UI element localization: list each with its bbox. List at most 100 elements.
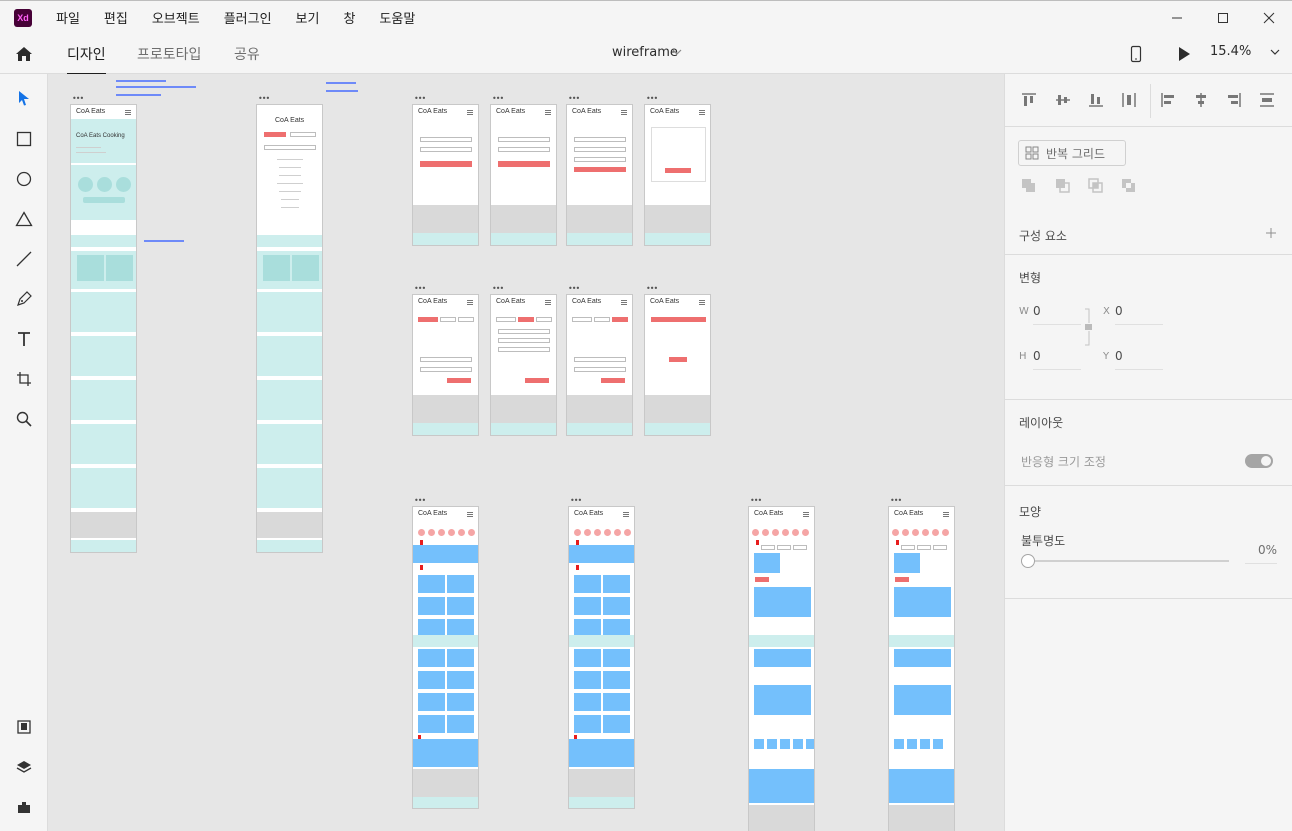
content-image: [754, 649, 811, 667]
play-icon[interactable]: [1176, 45, 1192, 63]
footer: [645, 395, 710, 423]
hero-section: [71, 119, 136, 163]
feature-button: [83, 197, 125, 203]
width-input[interactable]: 0: [1033, 304, 1081, 325]
step-indicator: [518, 317, 534, 322]
menu-file[interactable]: 파일: [56, 8, 80, 27]
card-image: [574, 597, 601, 615]
align-middle-icon[interactable]: [1055, 92, 1071, 108]
components-label: 구성 요소: [1019, 229, 1067, 243]
opacity-slider-track[interactable]: [1035, 560, 1229, 562]
artboard-find-pw[interactable]: CoA Eats: [566, 104, 633, 246]
category-circle: [782, 529, 789, 536]
menu-block: [71, 292, 136, 332]
card-image: [574, 649, 601, 667]
zoom-tool[interactable]: [14, 409, 34, 429]
boolean-exclude-icon[interactable]: [1121, 178, 1137, 194]
line-tool[interactable]: [14, 249, 34, 269]
menu-icon: [467, 110, 473, 115]
artboard-signup-done[interactable]: CoA Eats: [644, 294, 711, 436]
thumb-image: [907, 739, 917, 749]
artboard-list-2[interactable]: CoA Eats: [568, 506, 635, 809]
y-input[interactable]: 0: [1115, 349, 1163, 370]
chevron-down-icon[interactable]: [1270, 48, 1280, 56]
menu-view[interactable]: 보기: [296, 8, 320, 27]
lock-aspect-icon[interactable]: [1083, 307, 1093, 347]
menu-object[interactable]: 오브젝트: [152, 8, 200, 27]
menu-icon: [467, 512, 473, 517]
align-top-icon[interactable]: [1021, 92, 1037, 108]
tab-row: [413, 635, 478, 647]
plugins-tool[interactable]: [14, 797, 34, 817]
pen-tool[interactable]: [14, 289, 34, 309]
step-indicator: [458, 317, 474, 322]
home-button[interactable]: [14, 44, 34, 64]
x-input[interactable]: 0: [1115, 304, 1163, 325]
artboard-find-id[interactable]: CoA Eats: [490, 104, 557, 246]
menu-help[interactable]: 도움말: [379, 8, 415, 27]
artboard-modal[interactable]: CoA Eats: [644, 104, 711, 246]
opacity-input[interactable]: 0%: [1245, 543, 1277, 564]
close-button[interactable]: [1246, 1, 1292, 35]
category-circle: [772, 529, 779, 536]
artboard-home[interactable]: CoA Eats CoA Eats Cooking: [70, 104, 137, 553]
chevron-down-icon[interactable]: [672, 48, 682, 56]
menu-plugins[interactable]: 플러그인: [224, 8, 272, 27]
artboard-detail-2[interactable]: CoA Eats: [888, 506, 955, 831]
ellipse-tool[interactable]: [14, 169, 34, 189]
artboard-login[interactable]: CoA Eats: [412, 104, 479, 246]
boolean-add-icon[interactable]: [1021, 178, 1037, 194]
document-title[interactable]: wireframe: [612, 45, 678, 60]
opacity-label: 불투명도: [1021, 534, 1066, 548]
footer: [567, 205, 632, 233]
align-center-icon[interactable]: [1193, 92, 1209, 108]
artboard-detail-1[interactable]: CoA Eats: [748, 506, 815, 831]
menu-edit[interactable]: 편집: [104, 8, 128, 27]
boolean-intersect-icon[interactable]: [1088, 178, 1104, 194]
minimize-button[interactable]: [1154, 1, 1200, 35]
distribute-horizontal-icon[interactable]: [1259, 92, 1275, 108]
repeat-grid-button[interactable]: 반복 그리드: [1018, 140, 1126, 166]
feature-section: [71, 165, 136, 220]
text-tool[interactable]: [14, 329, 34, 349]
artboard-list-1[interactable]: CoA Eats: [412, 506, 479, 809]
maximize-button[interactable]: [1200, 1, 1246, 35]
opacity-slider-knob[interactable]: [1021, 554, 1035, 568]
artboard-brand: CoA Eats: [650, 298, 680, 305]
zoom-level[interactable]: 15.4%: [1210, 44, 1251, 59]
artboard-menu[interactable]: CoA Eats: [256, 104, 323, 553]
artboard-brand: CoA Eats: [754, 510, 784, 517]
align-right-icon[interactable]: [1226, 92, 1242, 108]
polygon-tool[interactable]: [14, 209, 34, 229]
device-preview-icon[interactable]: [1130, 45, 1142, 63]
tab-active: [755, 577, 769, 582]
feature-circle: [78, 177, 93, 192]
align-bottom-icon[interactable]: [1088, 92, 1104, 108]
artboard-tool[interactable]: [14, 369, 34, 389]
rectangle-tool[interactable]: [14, 129, 34, 149]
line-icon: [16, 251, 32, 267]
tab-design[interactable]: 디자인: [67, 44, 106, 75]
artboard-label: •••: [750, 496, 762, 505]
responsive-resize-toggle[interactable]: [1245, 454, 1273, 468]
align-left-icon[interactable]: [1160, 92, 1176, 108]
height-input[interactable]: 0: [1033, 349, 1081, 370]
step-indicator: [536, 317, 552, 322]
document-assets-tool[interactable]: [14, 717, 34, 737]
input-field: [574, 147, 626, 152]
select-tool[interactable]: [14, 88, 34, 108]
tab-prototype[interactable]: 프로토타입: [137, 44, 201, 64]
artboard-signup-3[interactable]: CoA Eats: [566, 294, 633, 436]
design-canvas[interactable]: ••• CoA Eats CoA Eats Cooking ••• CoA Ea…: [48, 74, 1004, 831]
artboard-signup-1[interactable]: CoA Eats: [412, 294, 479, 436]
distribute-vertical-icon[interactable]: [1121, 92, 1137, 108]
menu-block: [257, 424, 322, 464]
layers-tool[interactable]: [14, 757, 34, 777]
artboard-signup-2[interactable]: CoA Eats: [490, 294, 557, 436]
tab-share[interactable]: 공유: [234, 44, 260, 64]
menu-window[interactable]: 창: [343, 8, 355, 27]
footer: [889, 805, 954, 831]
category-circle: [418, 529, 425, 536]
add-icon[interactable]: [1265, 227, 1277, 239]
boolean-subtract-icon[interactable]: [1055, 178, 1071, 194]
